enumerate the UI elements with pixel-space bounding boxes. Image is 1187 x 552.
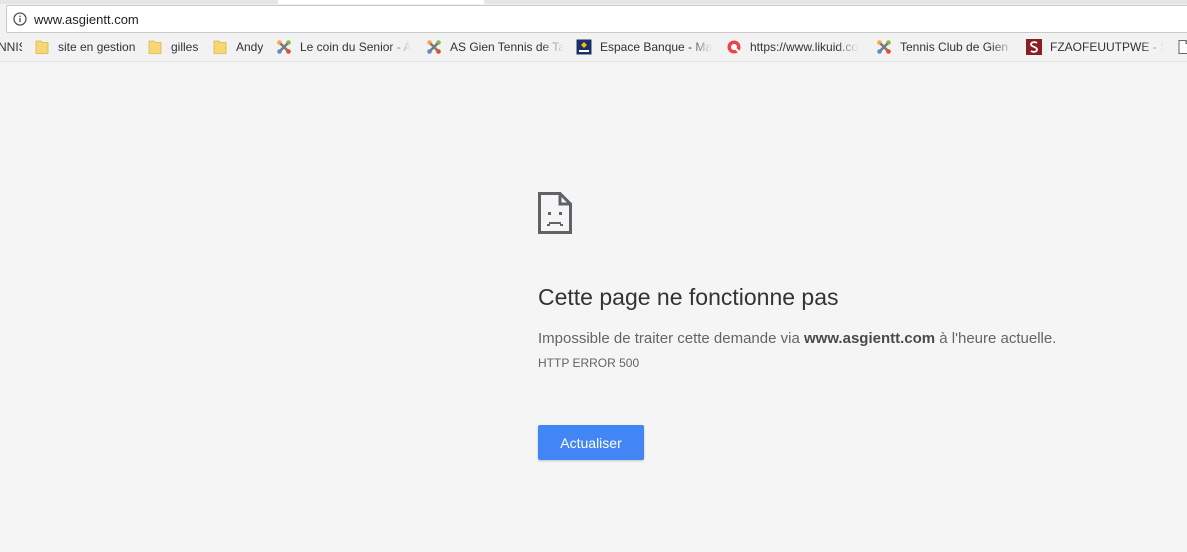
bookmark-page[interactable] (1176, 36, 1187, 58)
page-icon (1178, 40, 1187, 54)
reload-button[interactable]: Actualiser (538, 425, 644, 460)
bookmark-le-coin-du-senior[interactable]: Le coin du Senior - A (276, 36, 412, 58)
sad-page-icon (538, 192, 572, 234)
error-domain: www.asgientt.com (803, 330, 936, 347)
error-code: HTTP ERROR 500 (538, 356, 640, 370)
bookmark-tennis[interactable]: NNIS (0, 36, 22, 58)
joomla-icon (877, 40, 891, 54)
bookmark-tennis-club-de-gien[interactable]: Tennis Club de Gien - (876, 36, 1014, 58)
bookmark-andy[interactable]: Andy (212, 36, 268, 58)
joomla-icon (427, 40, 441, 54)
joomla-icon (277, 40, 291, 54)
folder-icon (213, 40, 227, 54)
bookmark-label: FZAOFEUUTPWE - SC (1050, 40, 1164, 54)
active-tab-edge[interactable] (278, 0, 484, 4)
bookmark-espace-banque[interactable]: Espace Banque - Mac (576, 36, 712, 58)
folder-icon (148, 40, 162, 54)
error-description: Impossible de traiter cette demande via … (538, 330, 1056, 347)
bookmark-site-en-gestion[interactable]: site en gestion (34, 36, 138, 58)
bank-icon (576, 39, 592, 55)
bookmark-likuid[interactable]: https://www.likuid.co (726, 36, 862, 58)
bookmark-label: Tennis Club de Gien - (900, 40, 1014, 54)
bookmark-label: gilles (171, 40, 199, 54)
tab-strip (0, 0, 1187, 4)
error-description-prefix: Impossible de traiter cette demande via (538, 330, 804, 347)
bookmark-label: Espace Banque - Mac (600, 40, 712, 54)
likuid-icon (727, 40, 741, 54)
error-description-suffix: à l'heure actuelle. (935, 330, 1057, 347)
address-bar[interactable]: www.asgientt.com (6, 5, 1187, 33)
error-title: Cette page ne fonctionne pas (538, 284, 839, 310)
bookmark-fzaofeuutpwe[interactable]: FZAOFEUUTPWE - SC (1026, 36, 1164, 58)
bookmark-label: https://www.likuid.co (750, 40, 859, 54)
bookmark-label: Andy (236, 40, 264, 54)
bookmark-label: NNIS (0, 40, 22, 54)
bookmarks-bar: NNIS site en gestion gilles Andy Le coin… (0, 36, 1187, 58)
address-bar-url[interactable]: www.asgientt.com (34, 12, 139, 27)
bookmark-label: site en gestion (58, 40, 136, 54)
folder-icon (35, 40, 49, 54)
bookmark-as-gien-tennis[interactable]: AS Gien Tennis de Tab (426, 36, 564, 58)
bookmark-label: Le coin du Senior - A (300, 40, 412, 54)
bookmark-label: AS Gien Tennis de Tab (450, 40, 564, 54)
browser-toolbar: www.asgientt.com NNIS site en gestion gi… (0, 0, 1187, 62)
s-logo-icon (1026, 39, 1042, 55)
bookmark-gilles[interactable]: gilles (147, 36, 203, 58)
error-page: Cette page ne fonctionne pas Impossible … (0, 62, 1187, 552)
info-circle-icon[interactable] (13, 12, 27, 26)
